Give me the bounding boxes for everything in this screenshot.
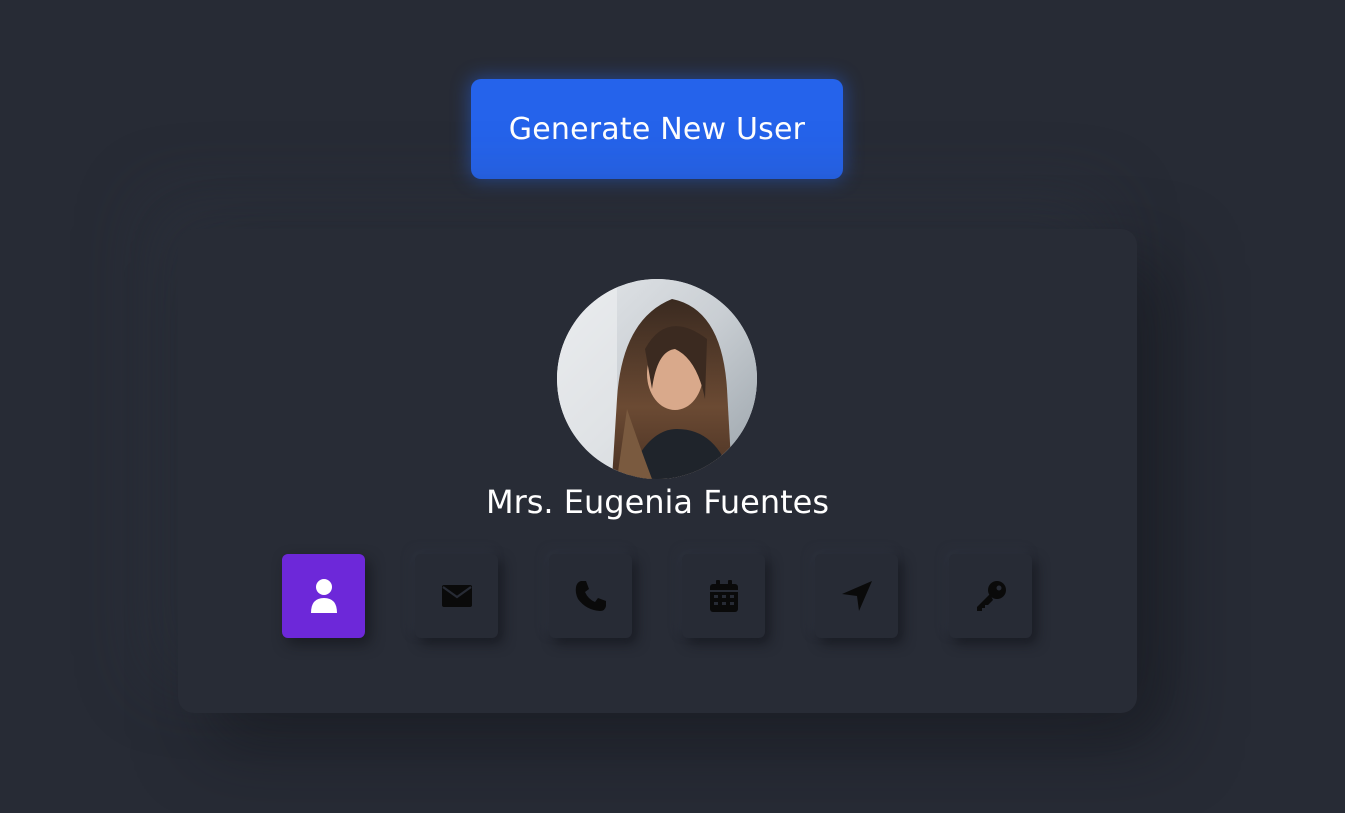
user-avatar	[557, 279, 757, 479]
location-arrow-icon	[841, 581, 872, 611]
page: Generate New User Mrs. Eugenia Fuentes	[0, 0, 1345, 813]
envelope-icon	[441, 585, 472, 607]
user-card: Mrs. Eugenia Fuentes	[178, 229, 1137, 713]
generate-new-user-button[interactable]: Generate New User	[471, 79, 843, 179]
tab-user[interactable]	[282, 554, 365, 638]
user-icon	[310, 579, 337, 613]
phone-icon	[575, 581, 606, 611]
info-tabs	[282, 554, 1032, 638]
user-full-name: Mrs. Eugenia Fuentes	[485, 483, 830, 521]
tab-birthday[interactable]	[682, 554, 765, 638]
tab-phone[interactable]	[549, 554, 632, 638]
tab-password[interactable]	[949, 554, 1032, 638]
key-icon	[976, 581, 1006, 611]
tab-location[interactable]	[815, 554, 898, 638]
avatar-photo	[557, 279, 757, 479]
tab-email[interactable]	[415, 554, 498, 638]
calendar-icon	[709, 580, 738, 612]
